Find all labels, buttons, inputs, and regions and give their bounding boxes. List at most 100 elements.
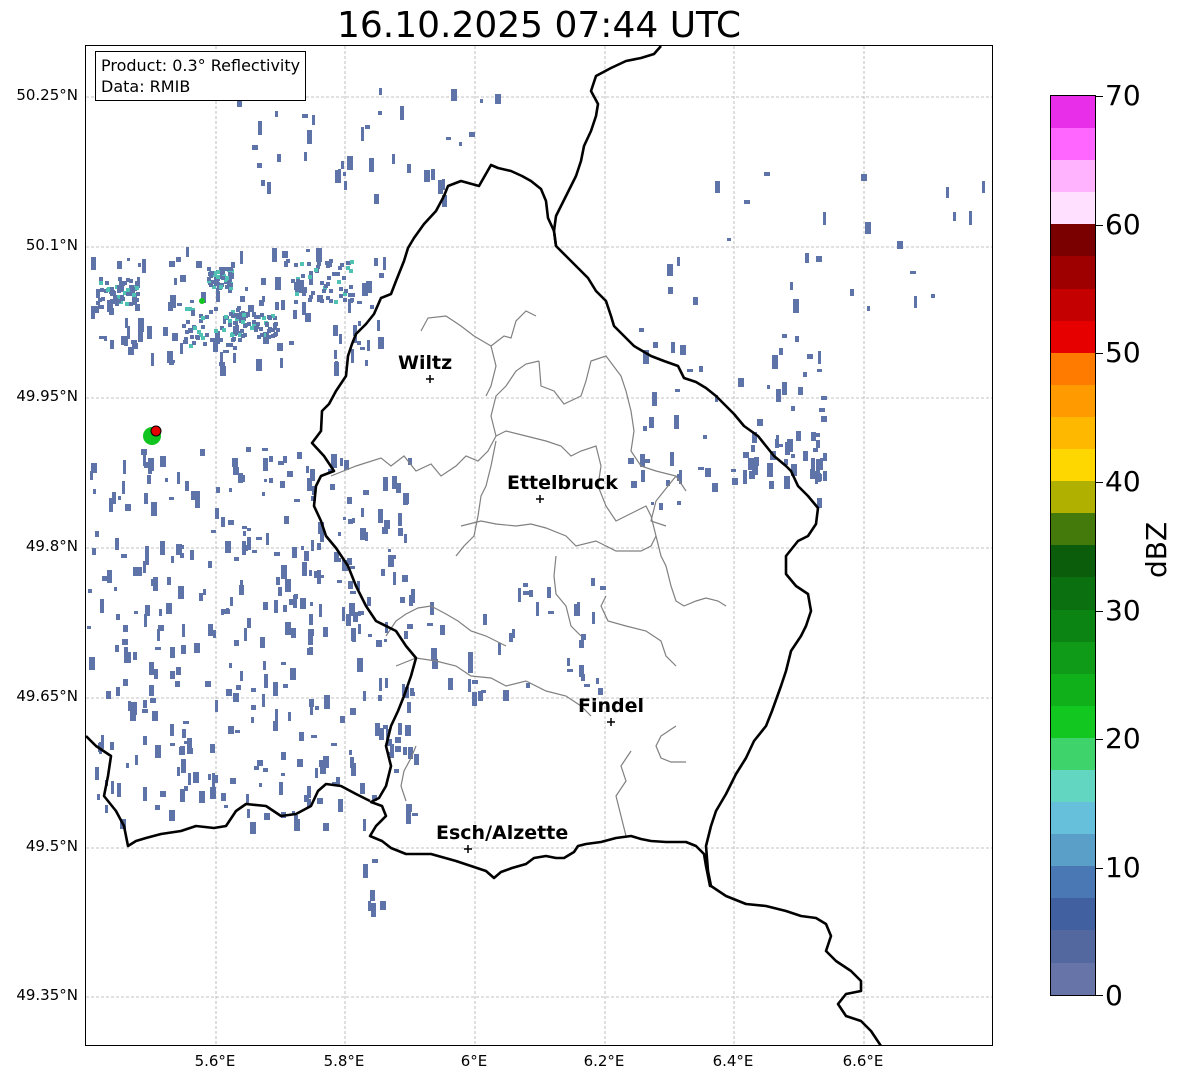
radar-echo — [294, 815, 298, 823]
radar-echo — [254, 766, 259, 770]
radar-echo — [380, 901, 386, 910]
radar-echo — [190, 300, 194, 303]
radar-echo — [651, 502, 654, 505]
radar-echo — [350, 298, 354, 302]
radar-echo — [148, 458, 154, 471]
radar-echo — [256, 315, 260, 319]
radar-echo — [295, 292, 299, 296]
radar-echo — [240, 296, 245, 302]
radar-echo — [344, 289, 348, 293]
radar-echo — [334, 350, 337, 359]
radar-echo — [547, 587, 551, 598]
radar-echo — [230, 778, 236, 784]
y-tick-label: 49.65°N — [16, 687, 78, 705]
radar-echo — [675, 389, 680, 392]
radar-echo — [145, 554, 149, 565]
radar-echo — [307, 787, 311, 796]
radar-echo — [226, 608, 229, 611]
radar-echo — [338, 169, 341, 178]
colorbar-segment — [1051, 962, 1095, 995]
radar-echo — [223, 350, 229, 353]
radar-echo — [281, 300, 285, 310]
radar-echo — [699, 366, 703, 372]
radar-echo — [314, 571, 319, 578]
radar-echo — [93, 489, 96, 494]
radar-echo — [235, 329, 239, 333]
radar-echo — [251, 705, 256, 710]
radar-echo — [257, 760, 263, 766]
radar-echo — [252, 145, 258, 150]
radar-echo — [126, 292, 130, 296]
radar-echo — [478, 691, 483, 701]
radar-echo — [314, 268, 318, 272]
radar-echo — [89, 657, 95, 670]
radar-echo — [150, 698, 156, 703]
radar-echo — [133, 567, 139, 576]
radar-echo — [136, 292, 140, 296]
radar-echo — [215, 508, 219, 519]
radar-echo — [224, 805, 228, 808]
radar-echo — [677, 257, 680, 266]
radar-echo — [323, 823, 329, 831]
radar-echo — [273, 333, 277, 337]
radar-echo — [135, 281, 139, 285]
radar-echo — [185, 330, 189, 334]
radar-echo — [238, 338, 242, 342]
colorbar-tick: 70 — [1105, 79, 1141, 112]
radar-echo — [170, 295, 176, 308]
radar-echo — [262, 448, 268, 451]
radar-echo — [388, 549, 391, 552]
radar-echo — [208, 561, 212, 568]
radar-echo — [294, 594, 298, 599]
radar-echo — [246, 447, 251, 452]
radar-echo — [125, 504, 131, 511]
radar-echo — [406, 804, 412, 812]
radar-echo — [91, 306, 95, 319]
radar-echo — [400, 106, 404, 120]
radar-echo — [210, 744, 215, 753]
radar-echo — [743, 470, 747, 484]
radar-echo — [412, 813, 418, 816]
wiltz-marker — [426, 375, 434, 383]
radar-echo — [193, 326, 197, 330]
radar-echo — [122, 481, 125, 494]
radar-echo — [210, 338, 214, 342]
radar-echo — [91, 463, 97, 473]
radar-echo — [263, 661, 266, 670]
radar-echo — [229, 663, 232, 668]
colorbar-tick: 20 — [1105, 722, 1141, 755]
radar-echo — [230, 597, 233, 606]
radar-echo — [374, 258, 378, 266]
radar-echo — [816, 459, 820, 473]
radar-echo — [388, 555, 394, 567]
radar-echo — [123, 281, 127, 285]
radar-echo — [242, 541, 246, 555]
radar-echo — [796, 431, 801, 441]
radar-echo — [346, 614, 351, 626]
radar-echo — [342, 276, 346, 280]
radar-echo — [263, 458, 268, 471]
radar-echo — [591, 578, 595, 586]
radar-echo — [372, 859, 378, 863]
radar-echo — [128, 701, 131, 711]
x-tick-label: 6°E — [460, 1052, 488, 1070]
colorbar-segment — [1051, 641, 1095, 674]
radar-echo — [811, 458, 815, 472]
radar-echo — [257, 335, 261, 339]
radar-echo — [337, 580, 342, 583]
radar-echo — [225, 541, 231, 553]
national-borders — [86, 46, 882, 1045]
radar-echo — [321, 575, 324, 578]
radar-echo — [153, 577, 158, 591]
radar-echo — [145, 605, 150, 616]
radar-echo — [260, 313, 264, 317]
radar-echo — [107, 300, 111, 304]
radar-map[interactable]: Wiltz Ettelbruck Findel Esch/Alzette — [85, 45, 993, 1046]
radar-echo — [261, 180, 265, 186]
radar-echo — [272, 248, 277, 262]
radar-echo — [772, 355, 778, 369]
y-tick-label: 50.1°N — [25, 236, 78, 254]
radar-echo — [712, 483, 718, 492]
radar-echo — [160, 456, 166, 467]
radar-echo — [370, 890, 375, 901]
